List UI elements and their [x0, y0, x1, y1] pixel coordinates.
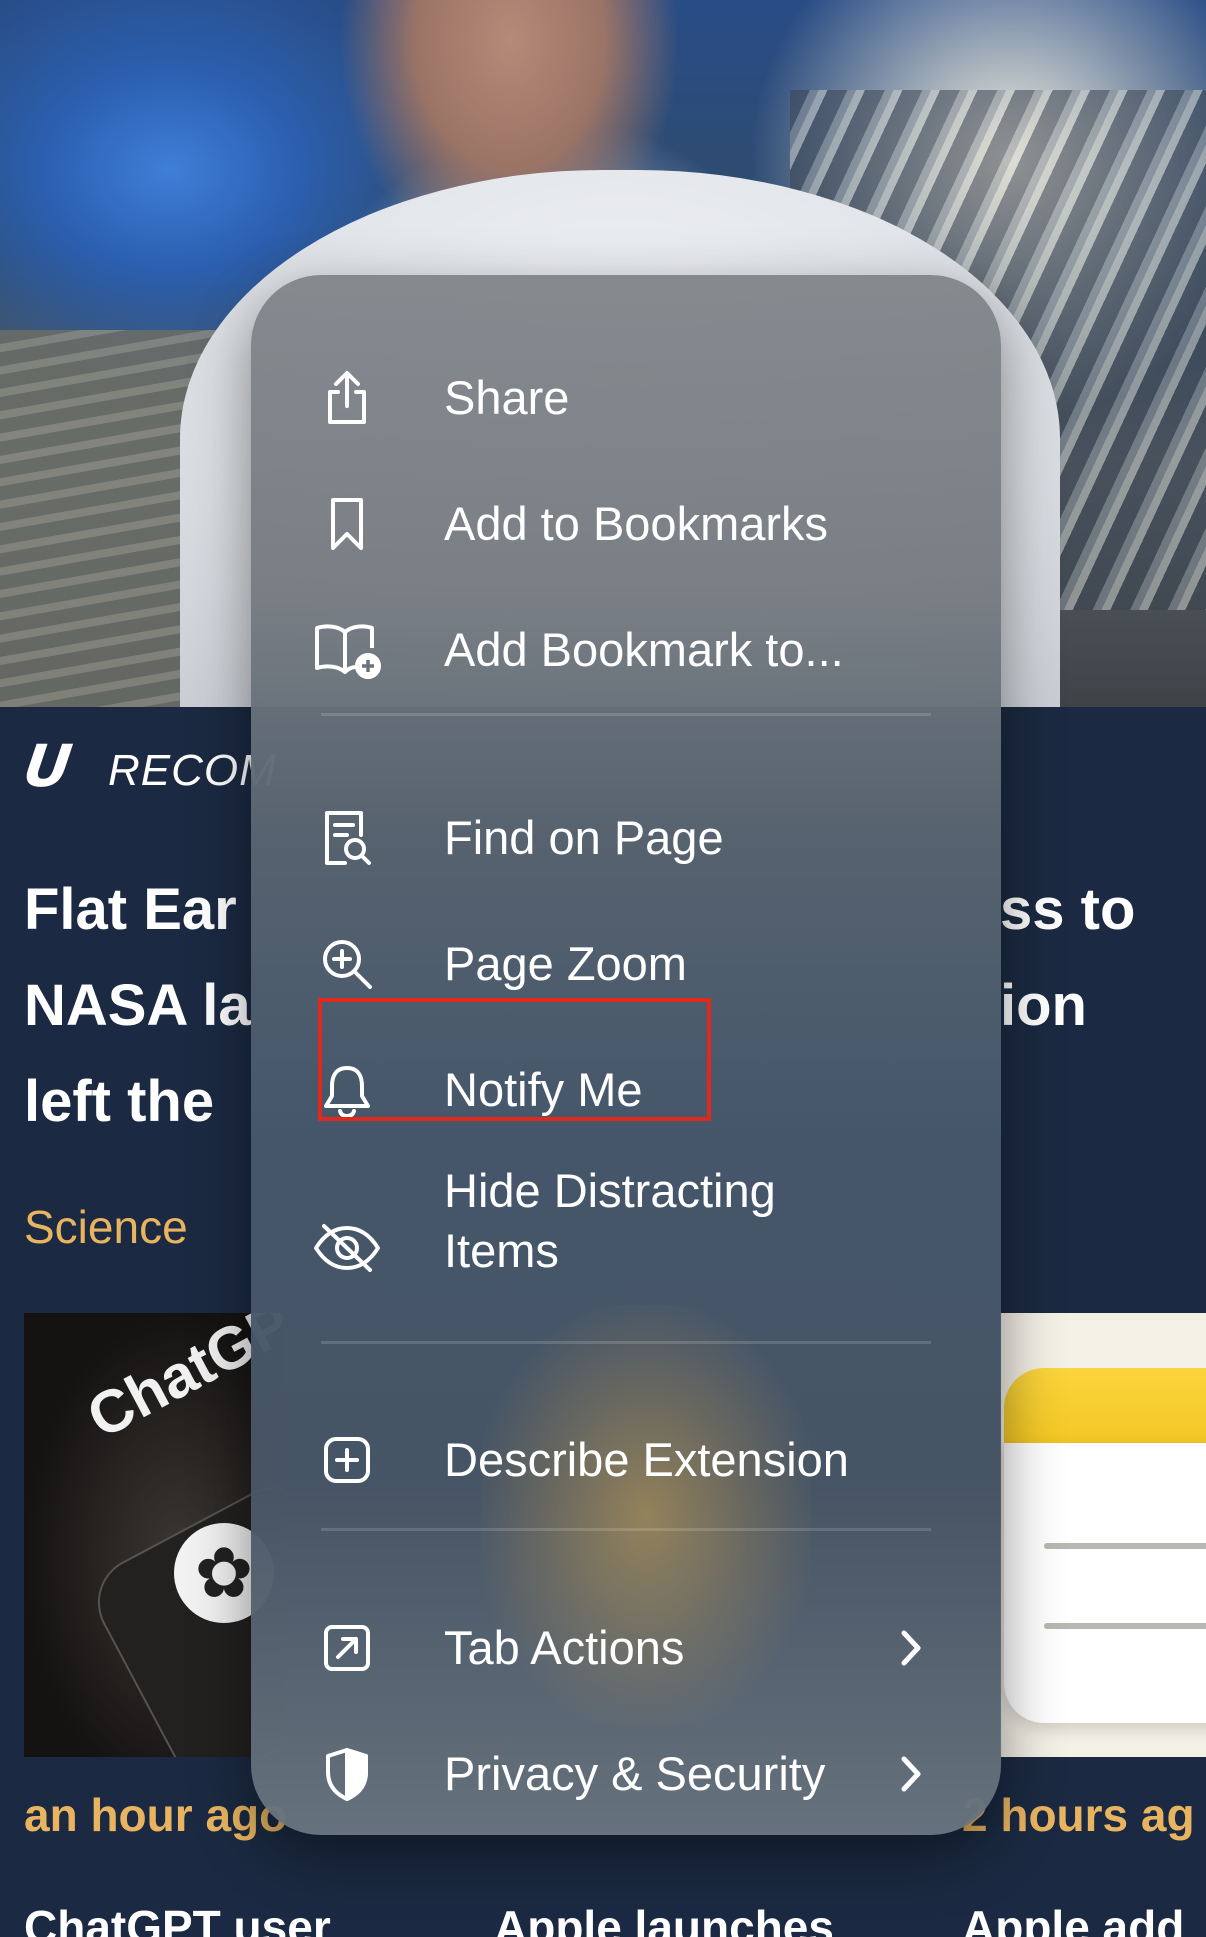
menu-item-privacy-security[interactable]: Privacy & Security [251, 1711, 1001, 1831]
find-on-page-icon [317, 808, 377, 868]
plus-square-icon [317, 1430, 377, 1490]
menu-item-share[interactable]: Share [251, 335, 1001, 461]
timestamp: an hour ago [24, 1789, 288, 1841]
menu-item-label: Share [444, 371, 570, 424]
headline-line: left the [24, 1069, 215, 1134]
headline-left[interactable]: Flat Ear NASA la left the [24, 862, 264, 1150]
notes-thumbnail[interactable] [1000, 1313, 1206, 1757]
story-title[interactable]: ChatGPT user [24, 1900, 331, 1937]
bookmark-icon [317, 494, 377, 554]
menu-item-find-on-page[interactable]: Find on Page [251, 775, 1001, 901]
menu-item-label: Find on Page [444, 811, 724, 864]
chevron-right-icon [891, 1749, 931, 1799]
menu-item-label: Describe Extension [444, 1433, 849, 1486]
menu-item-add-to-bookmarks[interactable]: Add to Bookmarks [251, 461, 1001, 587]
menu-item-label: Add to Bookmarks [444, 497, 829, 550]
brand-logo: U [19, 732, 76, 800]
menu-divider [321, 1528, 931, 1531]
menu-item-label: Add Bookmark to... [444, 623, 844, 676]
menu-item-label: Privacy & Security [444, 1747, 826, 1800]
notes-line [1044, 1543, 1206, 1549]
share-icon [317, 368, 377, 428]
headline-right[interactable]: ss to ion [1000, 862, 1135, 1054]
menu-item-label: Hide Distracting Items [444, 1164, 776, 1277]
zoom-icon [317, 934, 377, 994]
notes-line [1044, 1623, 1206, 1629]
headline-line: ion [1000, 973, 1087, 1038]
menu-divider [321, 713, 931, 716]
story-title[interactable]: Apple launches [494, 1900, 834, 1937]
book-add-icon [311, 620, 383, 680]
menu-item-describe-extension[interactable]: Describe Extension [251, 1395, 1001, 1525]
menu-item-tab-actions[interactable]: Tab Actions [251, 1585, 1001, 1711]
story-title[interactable]: Apple add [962, 1900, 1184, 1937]
notes-body [1004, 1443, 1206, 1723]
chatgpt-thumbnail[interactable]: ChatGP ✿ [24, 1313, 284, 1757]
chevron-right-icon [891, 1623, 931, 1673]
headline-line: Flat Ear [24, 877, 237, 942]
menu-divider [321, 1341, 931, 1344]
menu-item-label: Tab Actions [444, 1621, 685, 1674]
menu-item-hide-distracting-items[interactable]: Hide Distracting Items [251, 1153, 1001, 1343]
highlight-box [318, 998, 711, 1121]
category-link[interactable]: Science [24, 1200, 188, 1254]
tab-arrow-icon [317, 1618, 377, 1678]
shield-icon [317, 1744, 377, 1804]
menu-item-label: Page Zoom [444, 937, 687, 990]
menu-item-add-bookmark-to[interactable]: Add Bookmark to... [251, 587, 1001, 713]
eye-slash-icon [311, 1218, 383, 1278]
headline-line: ss to [1000, 877, 1136, 942]
headline-line: NASA la [24, 973, 251, 1038]
